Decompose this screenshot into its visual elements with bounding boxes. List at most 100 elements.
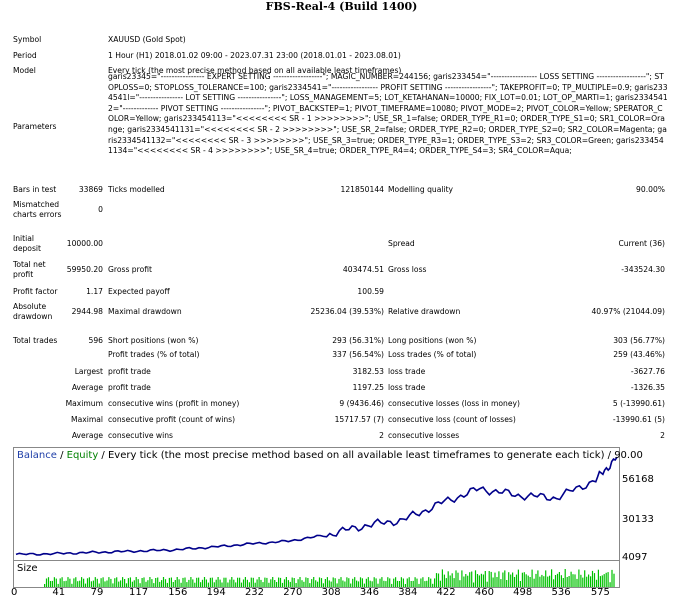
y-tick-label: 56168 (622, 474, 654, 485)
volume-bar (256, 579, 258, 587)
volume-bar (124, 579, 126, 587)
balance-chart-svg (15, 456, 618, 556)
volume-bar (209, 577, 211, 587)
volume-bar (590, 576, 592, 587)
parameters-value: garis23345="---------------- EXPERT SETT… (108, 72, 668, 156)
volume-bar (231, 577, 233, 587)
volume-bar (422, 577, 424, 587)
gross-profit-label: Gross profit (108, 265, 152, 274)
profit-factor-value: 1.17 (86, 287, 103, 296)
volume-bar (375, 578, 377, 587)
volume-bar (498, 571, 500, 587)
volume-bar (576, 578, 578, 587)
volume-bar (338, 578, 340, 587)
volume-bar (285, 577, 287, 587)
volume-bar (584, 570, 586, 587)
volume-bar (340, 577, 342, 587)
volume-bar (478, 575, 480, 587)
parameters-label: Parameters (13, 122, 57, 131)
volume-bar (525, 574, 527, 587)
volume-bar (387, 577, 389, 587)
volume-bar (307, 578, 309, 587)
volume-bar (582, 577, 584, 587)
volume-bar (225, 577, 227, 587)
volume-bar (586, 576, 588, 587)
volume-bar (174, 580, 176, 587)
volume-bar (114, 578, 116, 587)
volume-bar (260, 579, 262, 587)
volume-bar (116, 577, 118, 587)
volume-bar (599, 576, 601, 587)
volume-bar (258, 577, 260, 587)
total-trades-value: 596 (88, 336, 104, 345)
rel-drawdown-label: Relative drawdown (388, 307, 461, 316)
volume-bar (515, 574, 518, 587)
volume-bar (287, 580, 289, 587)
volume-bar (480, 573, 482, 587)
volume-bar (492, 577, 494, 587)
volume-bar (149, 577, 151, 587)
volume-bar (572, 574, 574, 587)
volume-bar (279, 577, 282, 587)
volume-bar (455, 570, 457, 587)
net-profit-value: 59950.20 (66, 265, 103, 274)
volume-bar (86, 578, 89, 587)
volume-bar (490, 571, 492, 587)
expected-payoff-value: 100.59 (357, 287, 384, 296)
volume-chart: Size (13, 560, 620, 588)
volume-bar (201, 579, 204, 587)
average-profit-label: profit trade (108, 383, 151, 392)
volume-bar (508, 572, 510, 587)
volume-bar (566, 577, 568, 587)
volume-bar (198, 577, 200, 587)
volume-bar (129, 577, 131, 587)
largest-label: Largest (74, 367, 103, 376)
volume-bar (83, 578, 85, 587)
volume-bar (467, 575, 469, 587)
volume-bar (161, 580, 163, 587)
volume-bar (291, 577, 293, 587)
volume-bar (108, 577, 110, 587)
profit-trades-value: 337 (56.54%) (332, 350, 384, 359)
volume-bar (334, 578, 336, 587)
max-cons-wins-value: 9 (9436.46) (339, 399, 384, 408)
volume-bar (133, 580, 135, 587)
volume-bar (512, 572, 514, 587)
short-label: Short positions (won %) (108, 336, 199, 345)
volume-bar (315, 580, 317, 587)
volume-bar (474, 570, 477, 587)
volume-bar (441, 569, 443, 587)
largest-profit-label: profit trade (108, 367, 151, 376)
volume-bar (110, 578, 112, 587)
volume-bar (601, 575, 603, 587)
volume-bar (182, 577, 184, 587)
volume-bar (367, 577, 369, 587)
volume-bar (605, 572, 607, 587)
volume-bar (613, 573, 615, 587)
volume-bar (549, 575, 551, 587)
profit-trades-label: Profit trades (% of total) (108, 350, 200, 359)
volume-bar (67, 577, 69, 587)
quality-value: 90.00% (636, 185, 665, 194)
volume-bar (510, 574, 512, 587)
x-tick-label: 422 (436, 587, 456, 598)
size-label: Size (17, 563, 38, 574)
average2-label: Average (71, 431, 103, 440)
abs-drawdown-value: 2944.98 (71, 307, 103, 316)
volume-bar (190, 577, 192, 587)
x-tick-label: 0 (11, 587, 18, 598)
volume-bar (496, 577, 498, 587)
volume-bar (237, 577, 239, 587)
balance-chart: Balance / Equity / Every tick (the most … (13, 447, 643, 567)
volume-bar (537, 570, 539, 587)
volume-bar (562, 578, 564, 587)
volume-bar (408, 577, 410, 587)
volume-bar (484, 571, 486, 587)
volume-bar (299, 577, 301, 587)
x-tick-label: 536 (551, 587, 571, 598)
volume-bar (580, 574, 582, 587)
volume-bar (88, 577, 90, 587)
avg-cons-losses-label: consecutive losses (388, 431, 460, 440)
x-tick-label: 156 (168, 587, 188, 598)
maximum-label: Maximum (65, 399, 103, 408)
